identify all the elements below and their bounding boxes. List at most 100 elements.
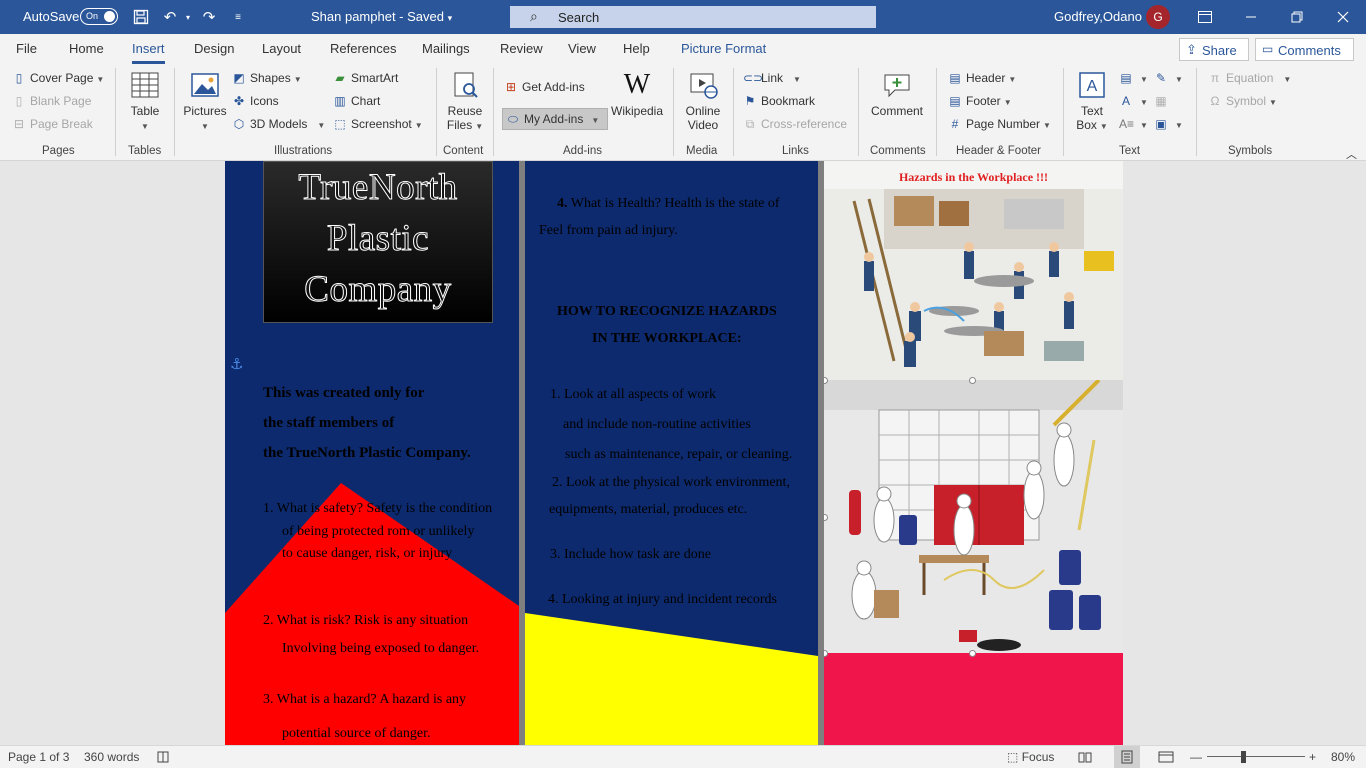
screenshot-button[interactable]: ⬚ Screenshot ▼ xyxy=(333,117,422,131)
ribbon-display-options-icon[interactable] xyxy=(1195,7,1215,27)
page-count[interactable]: Page 1 of 3 xyxy=(8,750,69,764)
quick-parts-button[interactable]: ▤ ▼ xyxy=(1119,71,1148,85)
separator xyxy=(115,68,116,156)
get-addins-button[interactable]: ⊞ Get Add-ins xyxy=(504,80,585,94)
workplace-hazards-image-2[interactable] xyxy=(824,380,1123,653)
tab-review[interactable]: Review xyxy=(500,41,543,56)
reuse-files-button[interactable]: Reuse Files ▼ xyxy=(444,70,486,132)
my-addins-icon: ⬭ xyxy=(507,112,519,126)
brochure-column-2[interactable]: 4. What is Health? Health is the state o… xyxy=(525,161,818,745)
table-button[interactable]: Table ▼ xyxy=(124,70,166,132)
chart-button[interactable]: ▥ Chart xyxy=(333,94,380,108)
tab-help[interactable]: Help xyxy=(623,41,650,56)
shapes-button[interactable]: ◩ Shapes ▼ xyxy=(232,71,301,85)
separator xyxy=(493,68,494,156)
autosave-toggle[interactable]: On xyxy=(80,8,118,25)
comments-button[interactable]: ▭ Comments xyxy=(1255,38,1354,61)
blank-page-button[interactable]: ▯ Blank Page xyxy=(12,94,92,108)
tab-references[interactable]: References xyxy=(330,41,396,56)
brochure-column-1[interactable]: TrueNorth Plastic Company ⚓ This was cre… xyxy=(225,161,519,745)
tab-picture-format[interactable]: Picture Format xyxy=(681,41,766,56)
new-comment-button[interactable]: Comment xyxy=(866,70,928,118)
resize-handle[interactable] xyxy=(969,377,976,384)
tab-mailings[interactable]: Mailings xyxy=(422,41,470,56)
health-question: 4. What is Health? Health is the state o… xyxy=(557,196,780,211)
page-number-button[interactable]: # Page Number ▼ xyxy=(948,117,1051,131)
page[interactable]: TrueNorth Plastic Company ⚓ This was cre… xyxy=(225,161,1123,745)
drop-cap-button[interactable]: A≡ ▼ xyxy=(1119,117,1148,131)
signature-line-button[interactable]: ✎ ▼ xyxy=(1154,71,1183,85)
group-label-pages: Pages xyxy=(42,145,75,157)
autosave-state: On xyxy=(86,11,99,21)
customize-qat-icon[interactable]: ≡ xyxy=(228,7,248,27)
object-button[interactable]: ▣ ▼ xyxy=(1154,117,1183,131)
word-count[interactable]: 360 words xyxy=(84,750,139,764)
icons-button[interactable]: ✤ Icons xyxy=(232,94,279,108)
pink-shape[interactable] xyxy=(824,653,1123,745)
tab-file[interactable]: File xyxy=(16,41,37,56)
redo-icon[interactable]: ↷ xyxy=(199,7,219,27)
workplace-hazards-image-1[interactable]: Hazards in the Workplace !!! xyxy=(824,161,1123,380)
zoom-level[interactable]: 80% xyxy=(1331,750,1355,764)
share-label: Share xyxy=(1202,43,1237,58)
tab-insert[interactable]: Insert xyxy=(132,41,165,64)
cross-reference-button[interactable]: ⧉ Cross-reference xyxy=(743,117,847,132)
restore-icon[interactable] xyxy=(1287,7,1307,27)
company-logo[interactable]: TrueNorth Plastic Company xyxy=(263,161,493,323)
symbol-button[interactable]: Ω Symbol ▼ xyxy=(1208,94,1277,108)
zoom-slider-thumb[interactable] xyxy=(1241,751,1246,763)
zoom-out-icon[interactable]: — xyxy=(1190,750,1202,764)
page-break-icon: ⊟ xyxy=(13,117,25,131)
zoom-in-icon[interactable]: + xyxy=(1309,750,1316,764)
pictures-button[interactable]: Pictures ▼ xyxy=(182,70,228,132)
text-box-icon: A xyxy=(1079,72,1105,98)
save-icon[interactable] xyxy=(131,7,151,27)
undo-dropdown-icon[interactable]: ▾ xyxy=(178,7,198,27)
svg-text:A: A xyxy=(1087,78,1098,95)
zoom-slider[interactable] xyxy=(1207,756,1305,757)
search-box[interactable]: ⌕ Search xyxy=(510,6,876,28)
online-video-button[interactable]: Online Video xyxy=(680,70,726,132)
tab-layout[interactable]: Layout xyxy=(262,41,301,56)
collapse-ribbon-icon[interactable]: ︿ xyxy=(1346,146,1357,162)
print-layout-icon[interactable] xyxy=(1114,746,1140,768)
comments-label: Comments xyxy=(1278,43,1341,58)
text-box-button[interactable]: A Text Box ▼ xyxy=(1070,70,1114,132)
bookmark-icon: ⚑ xyxy=(744,94,756,108)
link-button[interactable]: ⊂⊃Link ▼ xyxy=(743,71,801,85)
yellow-shape[interactable] xyxy=(525,611,818,745)
share-button[interactable]: ⇪ Share xyxy=(1179,38,1249,61)
proofing-icon[interactable] xyxy=(156,750,170,767)
tab-view[interactable]: View xyxy=(568,41,596,56)
brochure-column-3[interactable]: Hazards in the Workplace !!! xyxy=(824,161,1123,745)
wordart-icon: A xyxy=(1121,94,1130,108)
avatar[interactable]: G xyxy=(1146,5,1170,29)
document-title[interactable]: Shan pamphet - Saved ▾ xyxy=(311,9,452,24)
3d-models-button[interactable]: ⬡ 3D Models ▼ xyxy=(232,117,326,131)
date-time-button[interactable]: ▦ xyxy=(1154,94,1172,108)
cover-page-button[interactable]: ▯ Cover Page ▼ xyxy=(12,71,105,85)
wordart-button[interactable]: A ▼ xyxy=(1119,94,1148,108)
user-name[interactable]: Godfrey,Odano xyxy=(1054,9,1142,24)
my-addins-button[interactable]: ⬭ My Add-ins ▼ xyxy=(502,108,608,130)
equation-button[interactable]: π Equation ▼ xyxy=(1208,71,1291,85)
resize-handle[interactable] xyxy=(969,650,976,657)
document-area[interactable]: TrueNorth Plastic Company ⚓ This was cre… xyxy=(0,161,1366,745)
focus-button[interactable]: ⬚ Focus xyxy=(1007,750,1054,764)
header-button[interactable]: ▤ Header ▼ xyxy=(948,71,1016,85)
smartart-button[interactable]: ▰ SmartArt xyxy=(333,71,398,85)
tab-design[interactable]: Design xyxy=(194,41,234,56)
minimize-icon[interactable] xyxy=(1241,7,1261,27)
get-addins-icon: ⊞ xyxy=(505,80,517,94)
page-number-icon: # xyxy=(951,117,959,131)
intro-line-3: the TrueNorth Plastic Company. xyxy=(263,445,471,461)
undo-icon[interactable]: ↶ xyxy=(160,7,180,27)
bookmark-button[interactable]: ⚑ Bookmark xyxy=(743,94,815,108)
page-break-button[interactable]: ⊟ Page Break xyxy=(12,117,93,131)
wikipedia-button[interactable]: W Wikipedia xyxy=(611,70,663,119)
close-icon[interactable] xyxy=(1333,7,1353,27)
web-layout-icon[interactable] xyxy=(1158,750,1174,767)
footer-button[interactable]: ▤ Footer ▼ xyxy=(948,94,1011,108)
tab-home[interactable]: Home xyxy=(69,41,104,56)
read-mode-icon[interactable] xyxy=(1078,750,1092,767)
